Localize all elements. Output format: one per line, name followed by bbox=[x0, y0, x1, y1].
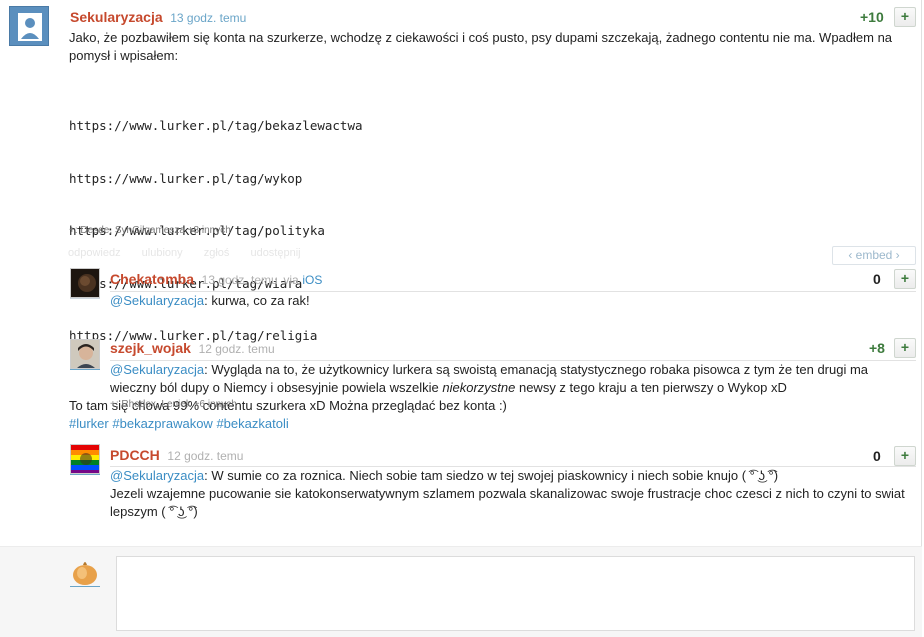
comment-vote-count: +8 bbox=[869, 340, 885, 356]
mention-link[interactable]: @Sekularyzacja bbox=[110, 293, 204, 308]
voters-more[interactable]: +8 innych bbox=[188, 225, 231, 236]
tag-link[interactable]: #lurker bbox=[69, 416, 109, 431]
comment-vote-count: 0 bbox=[873, 271, 881, 287]
avatar[interactable] bbox=[9, 6, 49, 46]
tag-link[interactable]: #bekazprawakow bbox=[112, 416, 212, 431]
onion-icon bbox=[73, 562, 97, 585]
post-text-intro: Jako, że pozbawiłem się konta na szurker… bbox=[69, 30, 893, 63]
voters-more[interactable]: +6 innych bbox=[194, 399, 237, 410]
comment-author[interactable]: PDCCH bbox=[110, 447, 160, 463]
default-avatar-icon bbox=[10, 7, 48, 45]
mention-link[interactable]: @Sekularyzacja bbox=[110, 362, 204, 377]
post-voters: +: Desde, SynGilgamesza +8 innych bbox=[69, 225, 231, 236]
comment-avatar[interactable] bbox=[70, 444, 100, 474]
report-action[interactable]: zgłoś bbox=[204, 247, 230, 259]
comment-body: @Sekularyzacja: W sumie co za roznica. N… bbox=[110, 468, 905, 519]
comment-voters: +: Rhodox, Leniek +6 innych bbox=[110, 399, 237, 410]
comment-time[interactable]: 12 godz. temu bbox=[199, 342, 275, 356]
reply-action[interactable]: odpowiedz bbox=[68, 247, 121, 259]
comment-author[interactable]: Chekatomba bbox=[110, 271, 194, 287]
avatar-image bbox=[71, 269, 99, 297]
comment-avatar[interactable] bbox=[70, 339, 100, 369]
reply-textarea[interactable] bbox=[116, 556, 915, 631]
favorite-action[interactable]: ulubiony bbox=[142, 247, 183, 259]
comment-upvote-button[interactable]: + bbox=[894, 446, 916, 466]
via-platform-link[interactable]: iOS bbox=[302, 273, 322, 287]
post-tags: #lurker #bekazprawakow #bekazkatoli bbox=[69, 415, 915, 433]
comment-body: @Sekularyzacja: kurwa, co za rak! bbox=[110, 293, 310, 308]
post-author[interactable]: Sekularyzacja bbox=[70, 9, 163, 25]
comment-header: szejk_wojak 12 godz. temu bbox=[110, 340, 275, 356]
comment-time[interactable]: 13 godz. temu bbox=[202, 273, 278, 287]
comment-avatar[interactable] bbox=[70, 268, 100, 298]
comment-header: PDCCH 12 godz. temu bbox=[110, 447, 243, 463]
rainbow-flag-avatar-icon bbox=[71, 445, 99, 473]
comment-header: Chekatomba 13 godz. temu via iOS bbox=[110, 271, 323, 287]
post-header: Sekularyzacja 13 godz. temu bbox=[70, 9, 246, 25]
avatar-image bbox=[71, 340, 99, 368]
voters-names[interactable]: Rhodox, Leniek bbox=[121, 399, 191, 410]
post-upvote-button[interactable]: + bbox=[894, 7, 916, 27]
comment-upvote-button[interactable]: + bbox=[894, 338, 916, 358]
embed-button[interactable]: ‹ embed › bbox=[832, 246, 916, 265]
entry-container: Sekularyzacja 13 godz. temu +10 + Jako, … bbox=[0, 0, 922, 637]
post-url: https://www.lurker.pl/tag/wykop bbox=[69, 170, 303, 186]
comment-body: @Sekularyzacja: Wygląda na to, że użytko… bbox=[110, 362, 869, 395]
current-user-avatar bbox=[70, 557, 100, 587]
comment-author[interactable]: szejk_wojak bbox=[110, 340, 191, 356]
post-url: https://www.lurker.pl/tag/bekazlewactwa bbox=[69, 118, 363, 133]
tag-link[interactable]: #bekazkatoli bbox=[216, 416, 288, 431]
comment-upvote-button[interactable]: + bbox=[894, 269, 916, 289]
post-time[interactable]: 13 godz. temu bbox=[170, 11, 246, 25]
share-action[interactable]: udostępnij bbox=[250, 247, 300, 259]
voters-names[interactable]: Desde, SynGilgamesza bbox=[80, 225, 185, 236]
comment-vote-count: 0 bbox=[873, 448, 881, 464]
post-vote-count: +10 bbox=[860, 9, 884, 25]
mention-link[interactable]: @Sekularyzacja bbox=[110, 468, 204, 483]
comment-time[interactable]: 12 godz. temu bbox=[167, 449, 243, 463]
post-actions: odpowiedz ulubiony zgłoś udostępnij bbox=[68, 247, 319, 259]
